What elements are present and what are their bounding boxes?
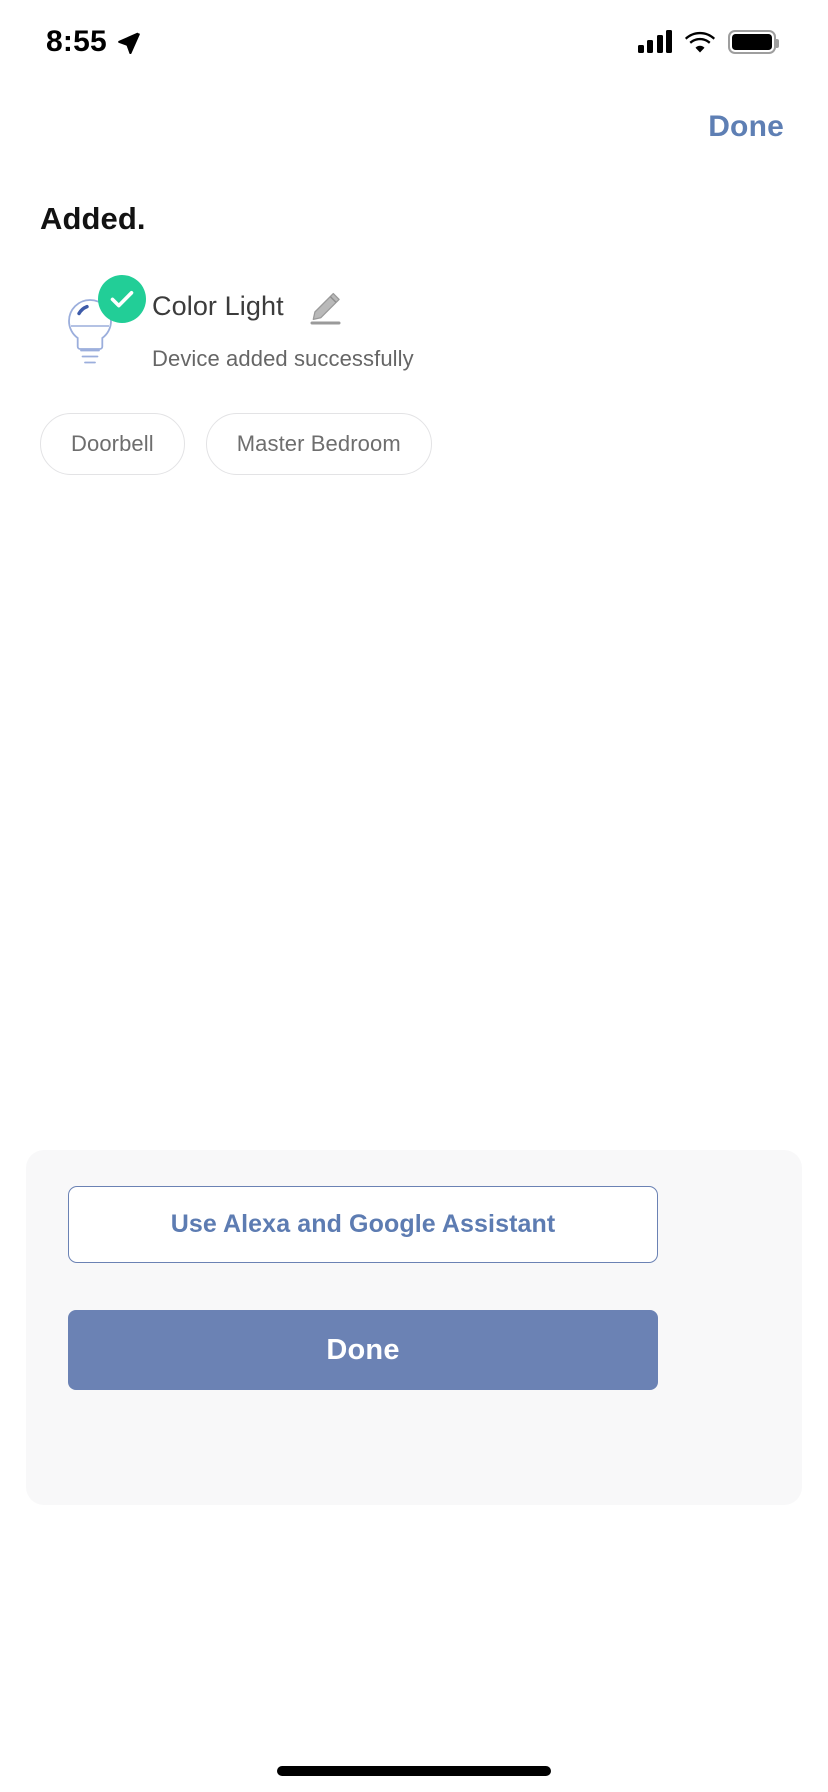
added-device-row: Color Light Device added successfully	[0, 275, 828, 372]
status-bar-clock: 8:55	[46, 25, 107, 58]
check-circle-icon	[98, 275, 146, 324]
room-chip-doorbell[interactable]: Doorbell	[40, 413, 185, 476]
room-chip-list: Doorbell Master Bedroom	[0, 413, 828, 476]
room-chip-master-bedroom[interactable]: Master Bedroom	[205, 413, 432, 476]
wifi-icon	[685, 31, 715, 53]
done-button[interactable]: Done	[68, 1310, 658, 1390]
navigation-bar: Done	[0, 96, 828, 158]
nav-done-button[interactable]: Done	[702, 106, 790, 148]
location-arrow-icon	[118, 32, 140, 54]
device-name-label: Color Light	[152, 291, 284, 322]
device-status-text: Device added successfully	[152, 346, 414, 372]
status-bar-right	[637, 30, 779, 54]
status-bar: 8:55	[0, 0, 828, 84]
bottom-action-panel: Use Alexa and Google Assistant Done	[26, 1150, 802, 1505]
page-title: Added.	[40, 201, 146, 236]
use-alexa-and-google-assistant-button[interactable]: Use Alexa and Google Assistant	[68, 1186, 658, 1263]
battery-full-icon	[728, 30, 779, 54]
home-indicator-bar[interactable]	[277, 1766, 551, 1776]
cellular-signal-icon	[637, 30, 672, 53]
pencil-edit-icon[interactable]	[308, 291, 342, 325]
status-bar-left: 8:55	[46, 27, 140, 57]
device-icon-group	[62, 275, 148, 369]
main-content: Added. Color Light Device added successf…	[0, 200, 828, 476]
